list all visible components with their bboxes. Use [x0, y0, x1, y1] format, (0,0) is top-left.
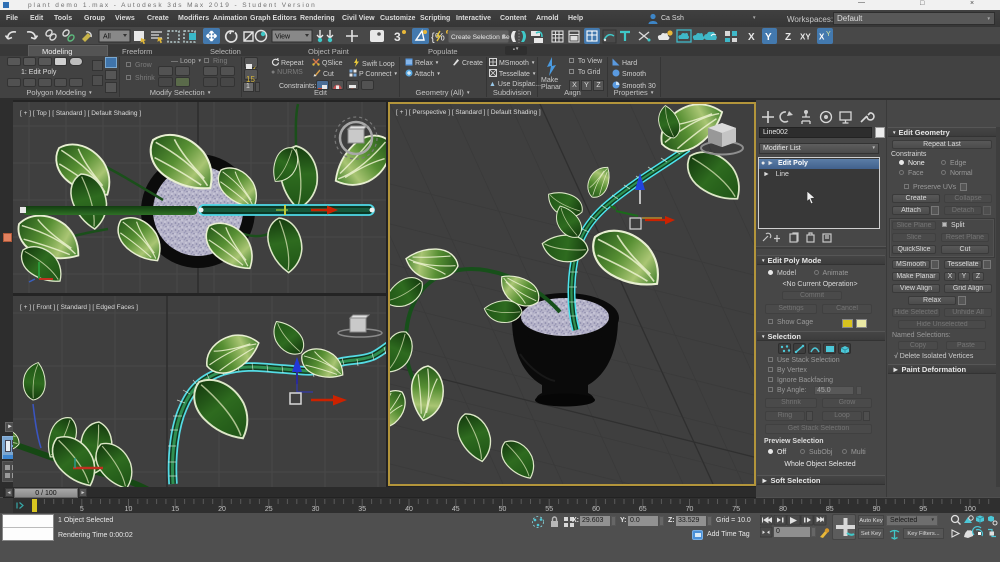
svg-text:100: 100 [964, 506, 976, 513]
svg-text:All: All [103, 34, 111, 41]
svg-text:45: 45 [452, 506, 460, 513]
svg-text:65: 65 [639, 506, 647, 513]
svg-text:Create Selection Se: Create Selection Se [451, 34, 510, 41]
svg-text:Y: Y [826, 31, 831, 38]
svg-text:70: 70 [686, 506, 694, 513]
svg-text:X: X [748, 32, 755, 43]
svg-text:35: 35 [358, 506, 366, 513]
svg-text:40: 40 [405, 506, 413, 513]
svg-text:60: 60 [592, 506, 600, 513]
svg-text:{: { [431, 32, 435, 44]
svg-text:30: 30 [312, 506, 320, 513]
svg-text:90: 90 [873, 506, 881, 513]
svg-text:Z: Z [785, 32, 791, 43]
svg-text:20: 20 [218, 506, 226, 513]
svg-text:55: 55 [545, 506, 553, 513]
svg-text:[ + ] [ Front ] [ Standard ] [: [ + ] [ Front ] [ Standard ] [ Edged Fac… [20, 304, 138, 311]
svg-text:%: % [435, 32, 445, 44]
svg-text:25: 25 [265, 506, 273, 513]
svg-text:80: 80 [779, 506, 787, 513]
svg-text:View: View [275, 34, 291, 41]
svg-text:85: 85 [826, 506, 834, 513]
svg-text:50: 50 [499, 506, 507, 513]
svg-text:95: 95 [919, 506, 927, 513]
svg-text:X: X [819, 33, 825, 42]
svg-text:3: 3 [394, 30, 401, 44]
svg-text:XY: XY [800, 33, 811, 42]
svg-text:75: 75 [732, 506, 740, 513]
svg-text:15: 15 [171, 506, 179, 513]
svg-text:5: 5 [80, 506, 84, 513]
svg-text:10: 10 [125, 506, 133, 513]
svg-text:[ + ] [ Perspective ] [ Standa: [ + ] [ Perspective ] [ Standard ] [ Def… [396, 109, 541, 116]
svg-text:[ + ] [ Top ] [ Standard ] [ D: [ + ] [ Top ] [ Standard ] [ Default Sha… [20, 110, 141, 117]
svg-text:Y: Y [765, 32, 772, 43]
